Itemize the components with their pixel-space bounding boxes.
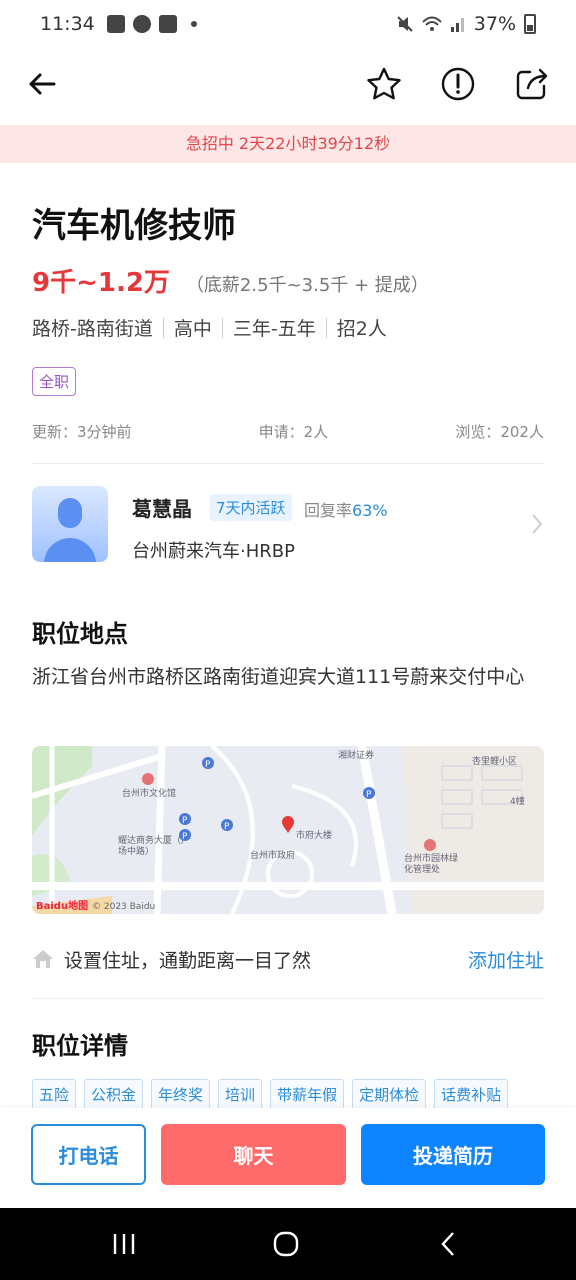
apply-button[interactable]: 投递简历 — [361, 1124, 545, 1185]
recruiter-company: 台州蔚来汽车·HRBP — [132, 541, 295, 562]
map-marker-icon — [424, 839, 436, 851]
home-prompt: 设置住址，通勤距离一目了然 — [64, 949, 312, 972]
location-pin-icon — [282, 816, 294, 833]
location-map[interactable]: 湘财证券 台州市文化馆 耀达商务大厦（广场中路） 市府大楼 台州市政府 杏里鲤小… — [32, 746, 544, 914]
experience-tag: 三年-五年 — [232, 318, 316, 340]
benefit-tag: 培训 — [218, 1079, 263, 1110]
job-address: 浙江省台州市路桥区路南街道迎宾大道111号蔚来交付中心 — [32, 666, 525, 688]
status-bar: 11:34 37% — [0, 0, 576, 48]
home-address-row: 设置住址，通勤距离一目了然 添加住址 — [32, 944, 544, 974]
back-button[interactable] — [20, 62, 64, 106]
share-button[interactable] — [510, 62, 554, 106]
separator — [325, 317, 327, 338]
system-back-button[interactable] — [428, 1226, 468, 1262]
report-button[interactable] — [436, 62, 480, 106]
alert-icon — [441, 67, 475, 101]
status-time: 11:34 — [40, 13, 95, 35]
chevron-right-icon — [532, 514, 543, 534]
updated-time: 更新：3分钟前 — [32, 423, 132, 441]
map-label: 4幢 — [510, 797, 525, 807]
recruiter-name: 葛慧晶 — [132, 497, 192, 521]
recent-apps-button[interactable] — [104, 1226, 144, 1262]
chevron-left-icon — [441, 1232, 454, 1256]
action-bar: 打电话 聊天 投递简历 — [0, 1108, 576, 1208]
benefits-list: 五险 公积金 年终奖 培训 带薪年假 定期体检 话费补贴 — [32, 1079, 544, 1110]
checkbox-icon — [158, 15, 177, 33]
add-address-link[interactable]: 添加住址 — [468, 946, 544, 973]
job-title: 汽车机修技师 — [32, 206, 236, 246]
wifi-icon — [422, 16, 442, 31]
home-icon — [33, 950, 53, 968]
benefit-tag: 话费补贴 — [434, 1079, 509, 1110]
call-button[interactable]: 打电话 — [31, 1124, 146, 1185]
benefit-tag: 公积金 — [84, 1079, 144, 1110]
parking-icon: P — [221, 819, 233, 832]
gallery-icon — [106, 15, 125, 33]
parking-icon: P — [179, 813, 191, 826]
salary: 9千~1.2万 — [32, 268, 170, 298]
svg-text:P: P — [366, 790, 372, 800]
location-section-title: 职位地点 — [32, 620, 128, 648]
urgent-countdown-banner: 急招中 2天22小时39分12秒 — [0, 125, 576, 163]
avatar — [32, 486, 108, 562]
recent-apps-icon — [113, 1234, 135, 1254]
details-section-title: 职位详情 — [32, 1032, 128, 1060]
active-badge: 7天内活跃 — [210, 494, 292, 521]
headcount-tag: 招2人 — [336, 318, 387, 340]
recruiter-card[interactable]: 葛慧晶 7天内活跃 回复率63% 台州蔚来汽车·HRBP — [32, 486, 544, 564]
benefit-tag: 五险 — [32, 1079, 77, 1110]
map-label: 台州市政府 — [250, 851, 296, 861]
chat-button[interactable]: 聊天 — [161, 1124, 346, 1185]
benefit-tag: 带薪年假 — [270, 1079, 345, 1110]
job-type-badge: 全职 — [32, 367, 77, 396]
share-icon — [516, 68, 548, 100]
map-label: 台州市文化馆 — [122, 789, 177, 799]
battery-text: 37% — [473, 13, 516, 35]
separator — [221, 317, 223, 338]
divider — [32, 998, 544, 999]
signal-icon — [450, 18, 464, 32]
svg-text:P: P — [182, 816, 188, 826]
salary-row: 9千~1.2万 （底薪2.5千~3.5千 + 提成） — [32, 262, 429, 299]
home-circle-icon — [273, 1231, 299, 1257]
map-copyright: © 2023 Baidu — [92, 902, 156, 912]
mute-icon — [397, 16, 413, 32]
top-nav — [0, 52, 576, 116]
benefit-tag: 年终奖 — [151, 1079, 211, 1110]
cloud-icon — [132, 15, 151, 33]
notification-dot-icon — [190, 21, 197, 27]
map-label: 湘财证券 — [338, 751, 375, 761]
reply-rate: 回复率63% — [304, 501, 388, 520]
benefit-tag: 定期体检 — [352, 1079, 427, 1110]
parking-icon: P — [179, 829, 191, 842]
education-tag: 高中 — [173, 318, 212, 340]
map-label: 台州市园林绿化管理处 — [404, 854, 459, 875]
parking-icon: P — [202, 757, 214, 770]
home-button[interactable] — [266, 1226, 306, 1262]
map-label: 市府大楼 — [296, 831, 333, 841]
favorite-button[interactable] — [362, 62, 406, 106]
map-logo: Baidu地图 — [36, 901, 89, 912]
back-arrow-icon — [29, 73, 56, 95]
salary-note: （底薪2.5千~3.5千 + 提成） — [185, 275, 429, 296]
map-label: 杏里鲤小区 — [472, 757, 518, 767]
view-count: 浏览：202人 — [455, 423, 544, 441]
application-count: 申请：2人 — [258, 423, 329, 441]
job-location-tag: 路桥-路南街道 — [32, 318, 153, 340]
system-nav-bar — [0, 1208, 576, 1280]
divider — [32, 463, 544, 464]
svg-text:P: P — [182, 832, 188, 842]
svg-text:P: P — [205, 760, 211, 770]
battery-icon — [524, 14, 536, 34]
parking-icon: P — [363, 787, 375, 800]
map-marker-icon — [142, 773, 154, 785]
star-icon — [367, 67, 401, 100]
svg-text:P: P — [224, 822, 230, 832]
job-requirements: 路桥-路南街道 高中 三年-五年 招2人 — [32, 314, 387, 341]
job-meta: 更新：3分钟前 申请：2人 浏览：202人 — [32, 421, 544, 442]
separator — [162, 317, 164, 338]
